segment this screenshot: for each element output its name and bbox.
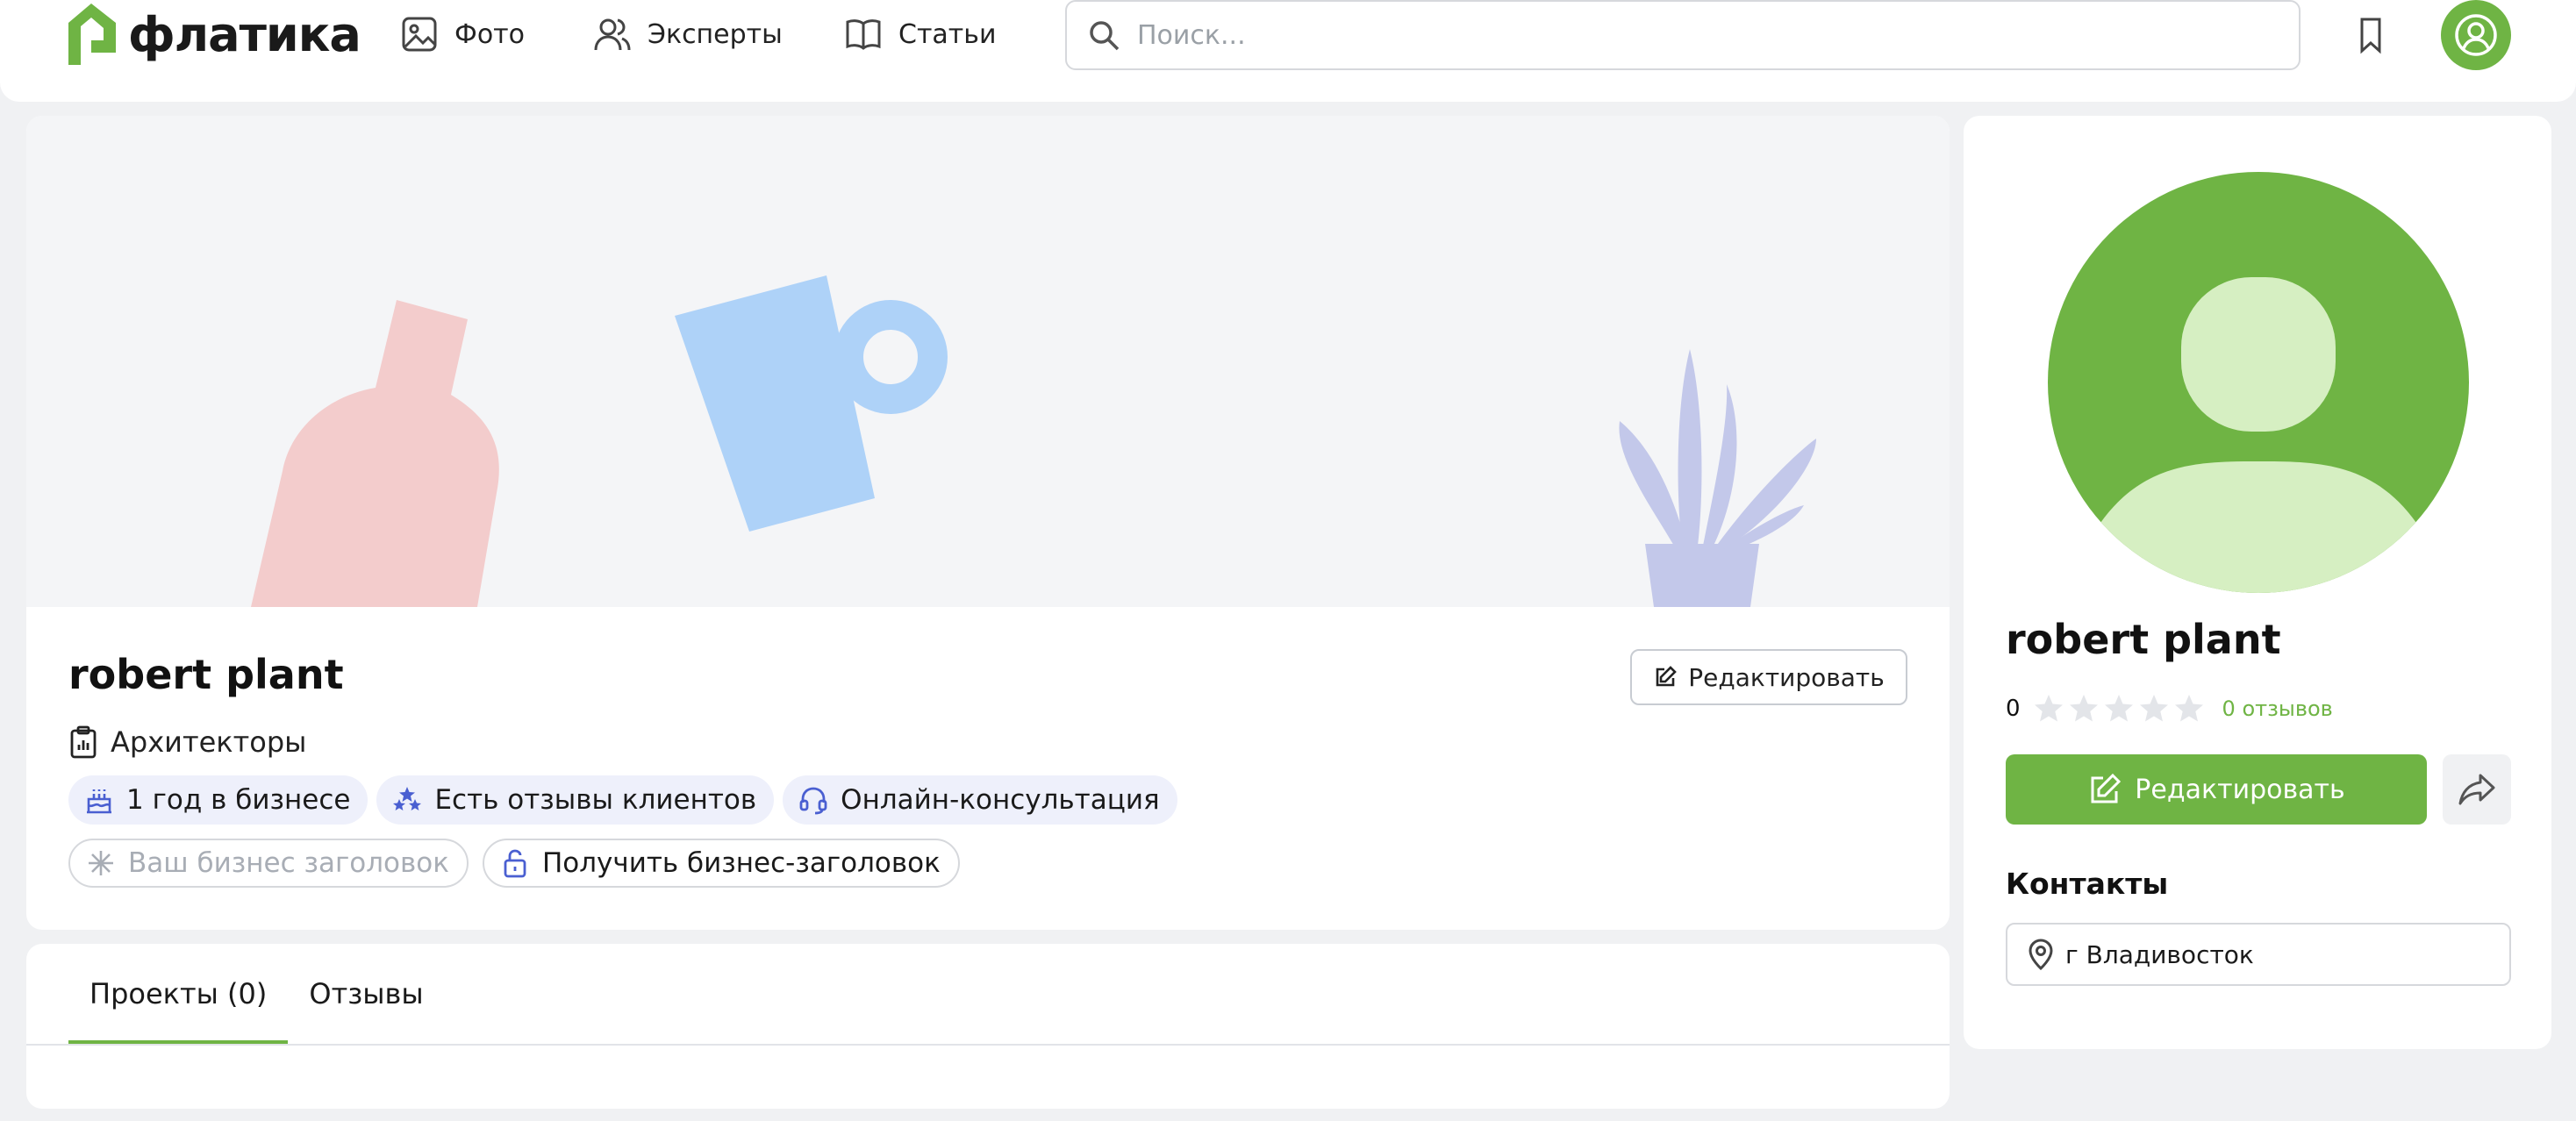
headset-icon [799,787,827,815]
tabs-divider [26,1044,1950,1046]
edit-button-label: Редактировать [1688,662,1885,692]
edit-profile-button[interactable]: Редактировать [1630,649,1907,705]
rating-row: 0 0 отзывов [2006,691,2333,726]
edit-button-label: Редактировать [2135,774,2345,805]
category-label: Архитекторы [111,725,307,759]
logo[interactable]: флатика [65,0,361,68]
badge-client-reviews: Есть отзывы клиентов [376,775,775,825]
tabs-card: Проекты (0) Отзывы [26,944,1950,1109]
nav-item-photo[interactable]: Фото [400,11,525,58]
default-avatar-icon [2048,172,2469,593]
user-circle-icon [2455,14,2497,56]
tab-projects[interactable]: Проекты (0) [68,944,289,1044]
nav-item-articles[interactable]: Статьи [844,11,996,58]
business-headline-placeholder: Ваш бизнес заголовок [68,839,469,888]
cake-icon [87,789,111,814]
sidebar-edit-button[interactable]: Редактировать [2006,754,2427,825]
house-logo-icon [68,4,116,65]
badge-online-consultation: Онлайн-консультация [783,775,1177,825]
location-text: г Владивосток [2065,939,2254,969]
profile-category: Архитекторы [68,723,306,761]
unlock-icon [504,849,526,878]
search-icon [1090,21,1120,51]
rating-value: 0 [2006,696,2021,722]
search-box[interactable] [1065,0,2301,70]
star-icon [2104,695,2133,722]
stars-group-icon [393,787,422,810]
plant-illustration [1619,349,1816,607]
vase-illustration [251,300,499,607]
location-field: г Владивосток [2006,923,2511,986]
business-headline-row: Ваш бизнес заголовок Получить бизнес-заг… [68,839,960,888]
book-icon [846,19,881,50]
profile-card: robert plant Редактировать Архитекторы 1… [26,116,1950,930]
star-icon [2069,695,2098,722]
get-business-headline-button[interactable]: Получить бизнес-заголовок [482,839,960,888]
share-button[interactable] [2443,754,2511,825]
clipboard-icon [70,725,97,759]
tab-reviews[interactable]: Отзывы [288,944,444,1044]
badge-label: Ваш бизнес заголовок [128,847,449,879]
nav-item-experts[interactable]: Эксперты [593,11,783,58]
star-icon [2174,695,2203,722]
reviews-count-link[interactable]: 0 отзывов [2222,696,2333,721]
user-avatar-button[interactable] [2441,0,2511,70]
search-input[interactable] [1137,19,2190,51]
badge-label: Онлайн-консультация [841,784,1160,816]
nav-item-label: Эксперты [648,18,783,50]
banner-illustration [251,275,1816,607]
star-icon [2139,695,2168,722]
badges-row: 1 год в бизнесе Есть отзывы клиентов Онл… [68,775,1177,825]
profile-banner [26,116,1950,607]
map-pin-icon [2029,939,2053,971]
badge-years-in-business: 1 год в бизнесе [68,775,369,825]
pencil-icon [1656,666,1678,687]
profile-name: robert plant [68,651,344,698]
users-icon [594,18,631,51]
contacts-heading: Контакты [2006,867,2169,901]
top-header: флатика Фото Эксперты Статьи [0,0,2576,102]
badge-label: Получить бизнес-заголовок [541,847,941,879]
sidebar-card: robert plant 0 0 отзывов Редактировать К… [1964,116,2551,1049]
mug-illustration [675,275,948,532]
image-icon [402,17,437,52]
star-icon [2034,695,2063,722]
sidebar-profile-name: robert plant [2006,616,2281,663]
pencil-icon [2091,773,2122,803]
badge-label: Есть отзывы клиентов [434,784,757,816]
sparkle-icon [89,851,113,875]
badge-label: 1 год в бизнесе [126,784,351,816]
bookmark-icon[interactable] [2353,16,2388,54]
nav-item-label: Статьи [898,18,997,50]
rating-stars [2033,693,2205,725]
profile-tabs: Проекты (0) Отзывы [68,944,445,1044]
share-arrow-icon [2458,774,2495,805]
logo-text: флатика [128,6,361,62]
nav-item-label: Фото [454,18,526,50]
